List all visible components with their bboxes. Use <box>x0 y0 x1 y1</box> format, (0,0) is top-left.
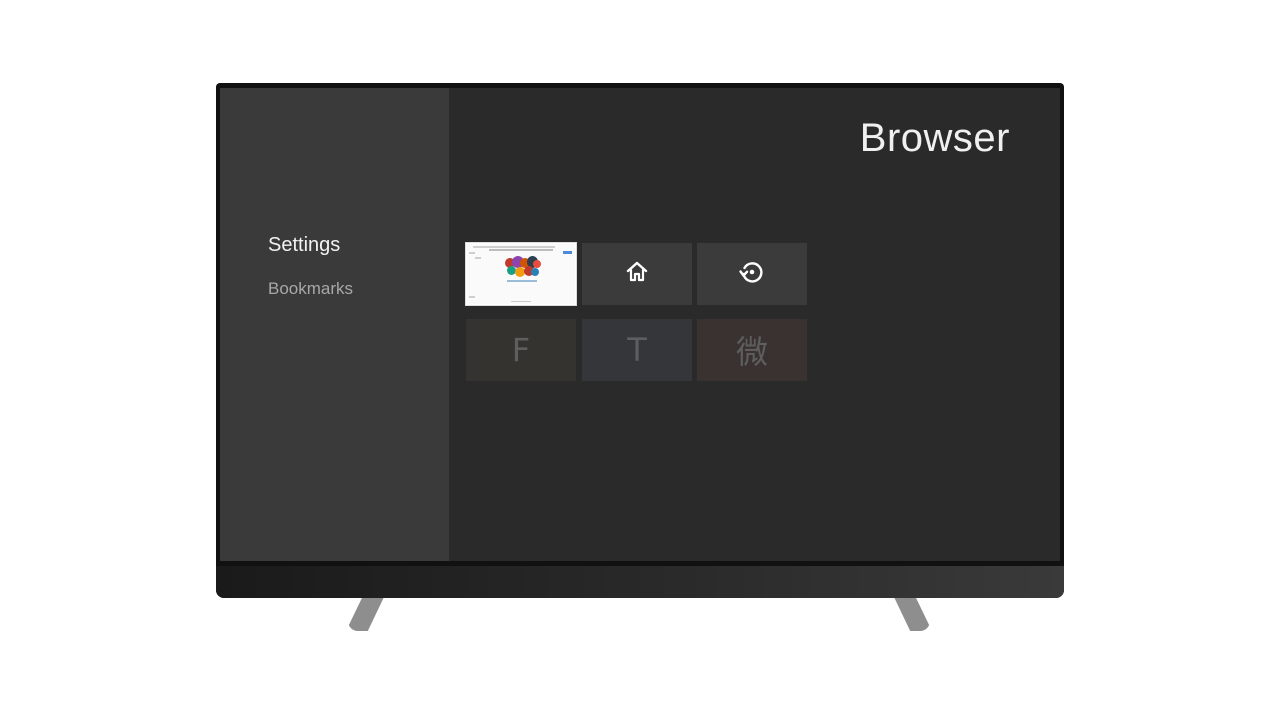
history-tile[interactable] <box>697 243 807 305</box>
shortcut-tile-weibo[interactable]: 微 <box>697 319 807 381</box>
shortcut-tile-t[interactable]: T <box>582 319 692 381</box>
home-icon <box>625 260 649 289</box>
sidebar-item-bookmarks[interactable]: Bookmarks <box>268 279 353 299</box>
home-tile[interactable] <box>582 243 692 305</box>
recent-page-thumbnail-tile[interactable] <box>465 242 577 306</box>
tv-screen: Settings Bookmarks Browser F T 微 <box>220 88 1060 561</box>
page-thumbnail <box>467 244 575 304</box>
history-icon <box>738 258 766 291</box>
tv-stand-right <box>894 597 930 631</box>
tv-stand-left <box>348 597 384 631</box>
page-title: Browser <box>859 116 1010 160</box>
tv-chin <box>216 566 1064 598</box>
sidebar-item-settings[interactable]: Settings <box>268 234 340 257</box>
tv-frame-scene: Settings Bookmarks Browser F T 微 <box>0 0 1280 720</box>
sidebar: Settings Bookmarks <box>220 88 449 561</box>
shortcut-tile-f[interactable]: F <box>466 319 576 381</box>
